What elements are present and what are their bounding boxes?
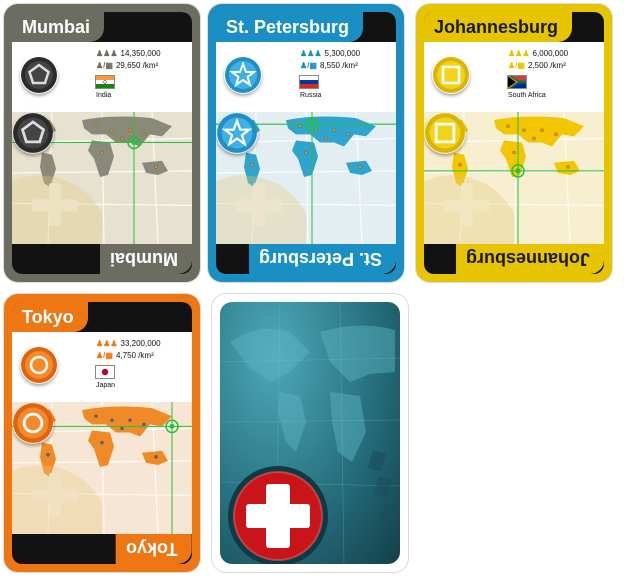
medical-cross-icon [228, 466, 328, 564]
density-icon: ♟/▦ [96, 351, 113, 360]
city-name-top: Mumbai [12, 12, 105, 42]
japan-flag-icon [96, 366, 114, 378]
country-name: India [96, 92, 112, 99]
city-name-bottom: Tokyo [116, 534, 192, 564]
city-info-panel: ♟♟♟ 14,350,000 ♟/▦ 29,650 /km² India [12, 42, 192, 112]
city-stats: ♟♟♟ 14,350,000 ♟/▦ 29,650 /km² [96, 48, 161, 72]
city-name-bottom: St. Petersburg [248, 244, 396, 274]
country-name: Japan [96, 382, 116, 389]
city-stats: ♟♟♟ 6,000,000 ♟/▦ 2,500 /km² [508, 48, 568, 72]
star-icon [217, 113, 257, 153]
density-value: 29,650 /km² [115, 61, 159, 70]
russia-flag-icon [300, 76, 318, 88]
south-africa-flag-icon [508, 76, 526, 88]
city-name-top: Johannesburg [424, 12, 573, 42]
city-stats: ♟♟♟ 33,200,000 ♟/▦ 4,750 /km² [96, 338, 161, 362]
density-icon: ♟/▦ [300, 61, 317, 70]
card-back[interactable] [212, 294, 408, 572]
city-card-st-petersburg[interactable]: St. Petersburg ♟♟♟ 5,300,000 ♟/▦ 8,550 /km… [208, 4, 404, 282]
city-info-panel: ♟♟♟ 5,300,000 ♟/▦ 8,550 /km² Russia [216, 42, 396, 112]
star-icon [225, 57, 261, 93]
pentagon-icon [21, 57, 57, 93]
world-map [12, 112, 192, 244]
city-card-tokyo[interactable]: Tokyo ♟♟♟ 33,200,000 ♟/▦ 4,750 /km² Japan [4, 294, 200, 572]
city-stats: ♟♟♟ 5,300,000 ♟/▦ 8,550 /km² [300, 48, 360, 72]
population-value: 6,000,000 [532, 49, 569, 58]
density-value: 2,500 /km² [527, 61, 566, 70]
density-icon: ♟/▦ [96, 61, 113, 70]
city-name-top: Tokyo [12, 302, 88, 332]
world-map [216, 112, 396, 244]
city-name-bottom: Mumbai [99, 244, 192, 274]
population-icon: ♟♟♟ [96, 49, 118, 58]
pentagon-icon [13, 113, 53, 153]
city-name-top: St. Petersburg [216, 12, 364, 42]
circle-icon [21, 347, 57, 383]
country-name: Russia [300, 92, 322, 99]
city-info-panel: ♟♟♟ 6,000,000 ♟/▦ 2,500 /km² South Africa [424, 42, 604, 112]
city-name-bottom: Johannesburg [455, 244, 604, 274]
card-back-art [220, 302, 400, 564]
city-info-panel: ♟♟♟ 33,200,000 ♟/▦ 4,750 /km² Japan [12, 332, 192, 402]
square-icon [425, 113, 465, 153]
india-flag-icon [96, 76, 114, 88]
city-card-mumbai[interactable]: Mumbai ♟♟♟ 14,350,000 ♟/▦ 29,650 /km² Indi… [4, 4, 200, 282]
population-icon: ♟♟♟ [300, 49, 322, 58]
population-value: 33,200,000 [120, 339, 161, 348]
density-value: 4,750 /km² [115, 351, 154, 360]
density-icon: ♟/▦ [508, 61, 525, 70]
country-name: South Africa [508, 92, 546, 99]
population-icon: ♟♟♟ [508, 49, 530, 58]
population-value: 14,350,000 [120, 49, 161, 58]
density-value: 8,550 /km² [319, 61, 358, 70]
square-icon [433, 57, 469, 93]
card-back-face [220, 302, 400, 564]
world-map [424, 112, 604, 244]
circle-icon [13, 403, 53, 443]
population-value: 5,300,000 [324, 49, 361, 58]
world-map [12, 402, 192, 534]
city-card-johannesburg[interactable]: Johannesburg ♟♟♟ 6,000,000 ♟/▦ 2,500 /km² … [416, 4, 612, 282]
population-icon: ♟♟♟ [96, 339, 118, 348]
